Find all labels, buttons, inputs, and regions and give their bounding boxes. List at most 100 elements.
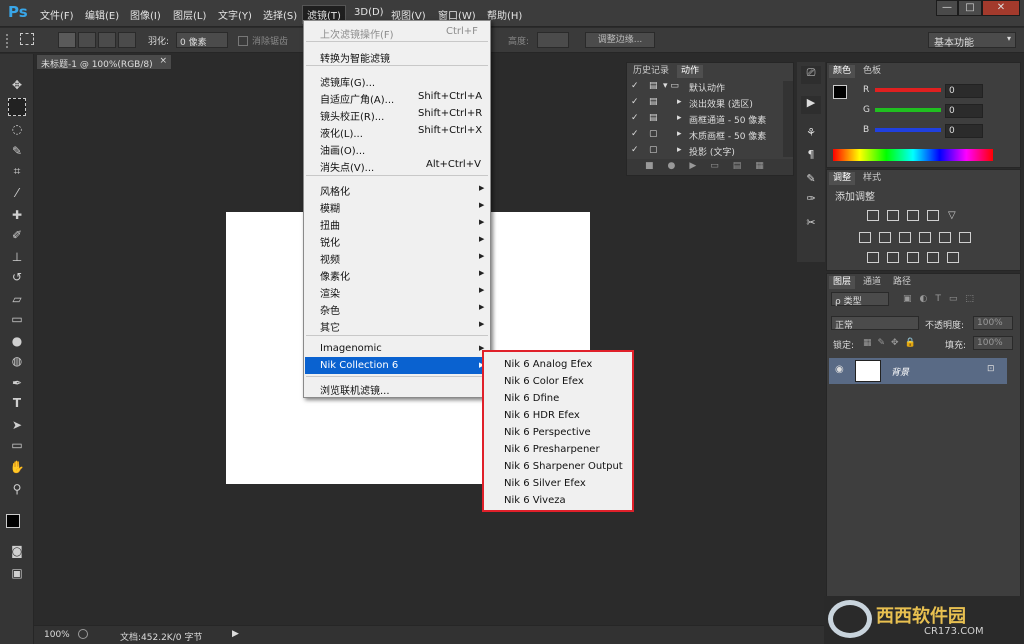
action-row[interactable]: ✓ ▤ ▸ 画框通道 - 50 像素	[627, 113, 781, 129]
dodge-tool-icon[interactable]: ◍	[8, 352, 26, 370]
menu-item-nik-collection[interactable]: Nik Collection 6	[320, 360, 398, 371]
add-selection-icon[interactable]	[78, 32, 96, 48]
curves-icon[interactable]	[907, 210, 919, 221]
menu-item-other[interactable]: 其它	[320, 319, 340, 334]
tab-layers[interactable]: 图层	[829, 276, 856, 289]
action-row[interactable]: ✓ ▤ ▸ 淡出效果 (选区)	[627, 97, 781, 113]
restore-button[interactable]: □	[958, 0, 982, 16]
menu-item-stylize[interactable]: 风格化	[320, 183, 350, 198]
menu-item-liquify[interactable]: 液化(L)...	[320, 125, 363, 140]
clone-stamp-tool-icon[interactable]: ⊥	[8, 248, 26, 266]
gradient-tool-icon[interactable]: ▭	[8, 310, 26, 328]
tab-paths[interactable]: 路径	[889, 276, 915, 289]
lasso-tool-icon[interactable]: ◌	[8, 120, 26, 138]
brush-presets-icon[interactable]: ✎	[801, 172, 821, 190]
layer-filter-select[interactable]: ρ 类型	[831, 292, 889, 307]
crop-tool-icon[interactable]: ⌗	[8, 162, 26, 180]
menu-item-distort[interactable]: 扭曲	[320, 217, 340, 232]
menu-item-nik-sharpener-output[interactable]: Nik 6 Sharpener Output	[504, 461, 623, 472]
menu-item-video[interactable]: 视频	[320, 251, 340, 266]
healing-brush-tool-icon[interactable]: ✚	[8, 206, 26, 224]
channel-mixer-icon[interactable]	[939, 232, 951, 243]
close-button[interactable]: ✕	[982, 0, 1020, 16]
history-brush-tool-icon[interactable]: ↺	[8, 268, 26, 286]
tool-presets-icon[interactable]: ✂	[801, 216, 821, 234]
antialias-checkbox[interactable]	[238, 36, 248, 46]
character-icon[interactable]: ⚘	[801, 126, 821, 144]
vibrance-icon[interactable]: ▽	[947, 210, 959, 221]
menu-item-nik-perspective[interactable]: Nik 6 Perspective	[504, 427, 591, 438]
path-selection-tool-icon[interactable]: ➤	[8, 416, 26, 434]
minimize-button[interactable]: —	[936, 0, 958, 16]
tab-styles[interactable]: 样式	[859, 172, 885, 185]
menu-item-noise[interactable]: 杂色	[320, 302, 340, 317]
posterize-icon[interactable]	[887, 252, 899, 263]
history-icon[interactable]: ⎚	[801, 66, 821, 84]
menu-type[interactable]: 文字(Y)	[218, 7, 252, 22]
photo-filter-icon[interactable]	[919, 232, 931, 243]
gradient-map-icon[interactable]	[927, 252, 939, 263]
move-tool-icon[interactable]: ✥	[8, 76, 26, 94]
status-icon[interactable]	[78, 629, 88, 639]
screen-mode-icon[interactable]: ▣	[8, 564, 26, 582]
invert-icon[interactable]	[867, 252, 879, 263]
levels-icon[interactable]	[887, 210, 899, 221]
layer-filter-icons[interactable]: ▣◐T▭⬚	[903, 294, 982, 304]
selective-color-icon[interactable]	[947, 252, 959, 263]
blend-mode-select[interactable]: 正常	[831, 316, 919, 331]
layer-row[interactable]: ◉ 背景 ⊡	[829, 358, 1007, 384]
menu-item-oil-paint[interactable]: 油画(O)...	[320, 142, 365, 157]
b-value[interactable]: 0	[945, 124, 983, 138]
foreground-swatch[interactable]	[833, 85, 847, 99]
hand-tool-icon[interactable]: ✋	[8, 458, 26, 476]
quick-selection-tool-icon[interactable]: ✎	[8, 142, 26, 160]
workspace-select[interactable]: 基本功能 ▾	[928, 32, 1016, 49]
foreground-color-swatch[interactable]	[6, 514, 20, 528]
exposure-icon[interactable]	[927, 210, 939, 221]
intersect-selection-icon[interactable]	[118, 32, 136, 48]
menu-3d[interactable]: 3D(D)	[354, 7, 384, 18]
brush-icon[interactable]: ✑	[801, 192, 821, 210]
tab-history[interactable]: 历史记录	[629, 65, 673, 78]
r-value[interactable]: 0	[945, 84, 983, 98]
brightness-icon[interactable]	[867, 210, 879, 221]
menu-item-nik-presharpener[interactable]: Nik 6 Presharpener	[504, 444, 600, 455]
color-balance-icon[interactable]	[879, 232, 891, 243]
threshold-icon[interactable]	[907, 252, 919, 263]
g-value[interactable]: 0	[945, 104, 983, 118]
menu-help[interactable]: 帮助(H)	[487, 7, 522, 22]
paragraph-icon[interactable]: ¶	[801, 148, 821, 166]
new-selection-icon[interactable]	[58, 32, 76, 48]
status-menu-arrow-icon[interactable]: ▶	[232, 629, 239, 639]
menu-item-pixelate[interactable]: 像素化	[320, 268, 350, 283]
color-spectrum[interactable]	[833, 149, 993, 161]
tab-color[interactable]: 颜色	[829, 65, 856, 78]
pen-tool-icon[interactable]: ✒	[8, 374, 26, 392]
fill-input[interactable]: 100%	[973, 336, 1013, 350]
lock-icons[interactable]: ▦✎✥🔒	[863, 338, 922, 348]
menu-item-filter-gallery[interactable]: 滤镜库(G)...	[320, 74, 375, 89]
menu-layer[interactable]: 图层(L)	[173, 7, 206, 22]
tab-swatches[interactable]: 色板	[859, 65, 885, 78]
height-input[interactable]	[537, 32, 569, 48]
marquee-tool-icon[interactable]	[20, 33, 34, 45]
zoom-level[interactable]: 100%	[44, 630, 70, 640]
menu-item-nik-dfine[interactable]: Nik 6 Dfine	[504, 393, 559, 404]
subtract-selection-icon[interactable]	[98, 32, 116, 48]
layer-name[interactable]: 背景	[891, 365, 909, 378]
menu-item-vanishing-point[interactable]: 消失点(V)...	[320, 159, 374, 174]
document-tab[interactable]: 未标题-1 @ 100%(RGB/8) ×	[36, 54, 172, 70]
opacity-input[interactable]: 100%	[973, 316, 1013, 330]
tab-actions[interactable]: 动作	[677, 65, 704, 78]
tab-adjustments[interactable]: 调整	[829, 172, 856, 185]
brush-tool-icon[interactable]: ✐	[8, 226, 26, 244]
menu-item-nik-silver-efex[interactable]: Nik 6 Silver Efex	[504, 478, 586, 489]
menu-item-browse-online[interactable]: 浏览联机滤镜...	[320, 382, 390, 397]
tab-channels[interactable]: 通道	[859, 276, 885, 289]
rectangle-tool-icon[interactable]: ▭	[8, 436, 26, 454]
eraser-tool-icon[interactable]: ▱	[8, 290, 26, 308]
eyedropper-tool-icon[interactable]: ⁄	[8, 184, 26, 202]
menu-item-blur[interactable]: 模糊	[320, 200, 340, 215]
zoom-tool-icon[interactable]: ⚲	[8, 480, 26, 498]
marquee-tool-icon[interactable]	[8, 98, 26, 116]
